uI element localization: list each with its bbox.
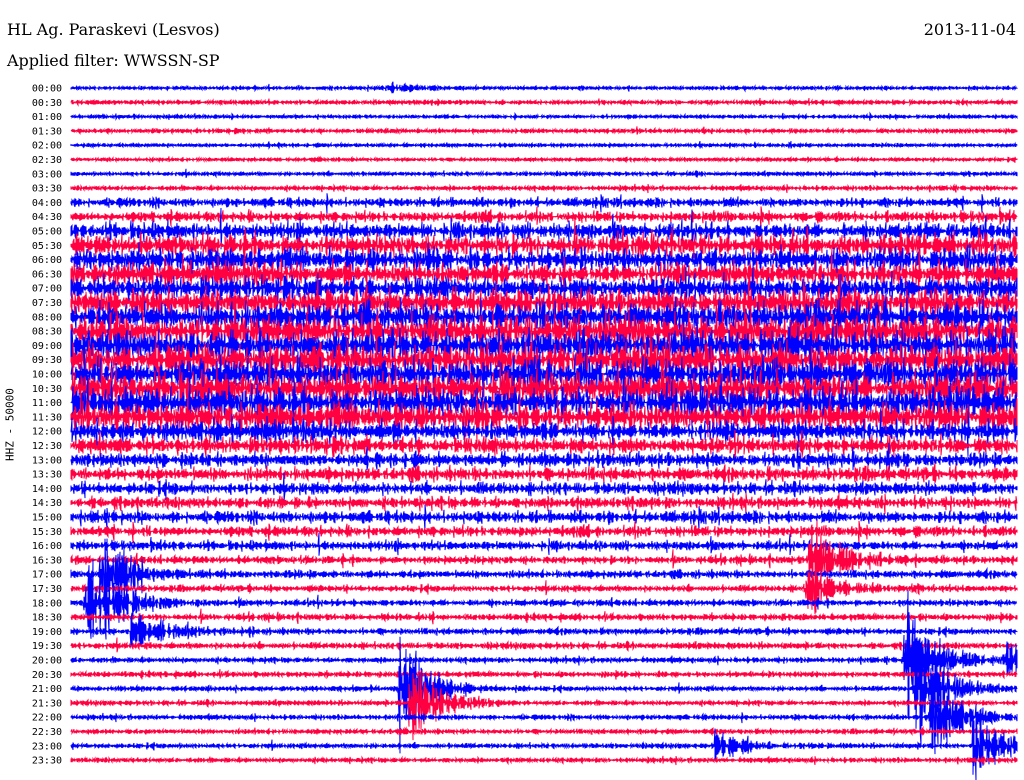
row-time-label: 05:00 xyxy=(32,227,62,238)
row-time-label: 04:30 xyxy=(32,212,62,223)
trace-row-1500 xyxy=(70,504,1018,533)
row-time-label: 14:00 xyxy=(32,484,62,495)
row-time-label: 16:30 xyxy=(32,555,62,566)
row-time-label: 12:30 xyxy=(32,441,62,452)
trace-row-2030 xyxy=(70,669,1018,680)
trace-row-1330 xyxy=(70,463,1018,484)
row-time-label: 06:00 xyxy=(32,255,62,266)
row-time-label: 15:30 xyxy=(32,527,62,538)
row-time-label: 11:00 xyxy=(32,398,62,409)
row-time-label: 00:30 xyxy=(32,98,62,109)
trace-row-0430 xyxy=(70,206,1018,230)
row-time-label: 22:30 xyxy=(32,727,62,738)
trace-row-2100 xyxy=(70,636,1018,754)
trace-row-0100 xyxy=(70,111,1018,122)
row-time-label: 16:00 xyxy=(32,541,62,552)
row-time-label: 08:30 xyxy=(32,327,62,338)
trace-row-1430 xyxy=(70,492,1018,515)
row-time-label: 06:30 xyxy=(32,269,62,280)
row-time-label: 01:00 xyxy=(32,112,62,123)
row-time-label: 13:00 xyxy=(32,455,62,466)
row-time-label: 21:00 xyxy=(32,684,62,695)
row-time-label: 02:00 xyxy=(32,141,62,152)
row-time-label: 18:00 xyxy=(32,598,62,609)
row-time-label: 10:30 xyxy=(32,384,62,395)
row-time-label: 21:30 xyxy=(32,698,62,709)
row-time-label: 05:30 xyxy=(32,241,62,252)
row-time-label: 14:30 xyxy=(32,498,62,509)
row-time-label: 11:30 xyxy=(32,412,62,423)
row-time-label: 09:30 xyxy=(32,355,62,366)
trace-row-0330 xyxy=(70,183,1018,194)
row-time-label: 22:00 xyxy=(32,713,62,724)
trace-row-1800 xyxy=(70,559,1018,640)
row-time-label: 19:30 xyxy=(32,641,62,652)
row-time-label: 20:00 xyxy=(32,656,62,667)
trace-row-2330 xyxy=(70,755,1018,766)
row-time-label: 20:30 xyxy=(32,670,62,681)
trace-row-0130 xyxy=(70,126,1018,136)
row-time-label: 08:00 xyxy=(32,312,62,323)
trace-row-0000 xyxy=(70,81,1018,94)
trace-row-0400 xyxy=(70,193,1018,214)
trace-row-0030 xyxy=(70,97,1018,107)
trace-row-1530 xyxy=(70,520,1018,545)
row-time-label: 04:00 xyxy=(32,198,62,209)
row-time-label: 12:00 xyxy=(32,427,62,438)
row-time-label: 23:30 xyxy=(32,756,62,767)
trace-row-1600 xyxy=(70,532,1018,556)
row-time-label: 03:00 xyxy=(32,169,62,180)
row-time-label: 19:00 xyxy=(32,627,62,638)
trace-row-0200 xyxy=(70,140,1018,151)
row-time-label: 07:30 xyxy=(32,298,62,309)
row-time-label: 23:00 xyxy=(32,741,62,752)
row-time-label: 15:00 xyxy=(32,513,62,524)
trace-row-0300 xyxy=(70,168,1018,179)
trace-row-0230 xyxy=(70,155,1018,164)
row-time-label: 13:30 xyxy=(32,470,62,481)
trace-row-2300 xyxy=(70,709,1018,780)
trace-row-2230 xyxy=(70,725,1018,737)
row-time-label: 07:00 xyxy=(32,284,62,295)
row-time-label: 18:30 xyxy=(32,613,62,624)
row-time-label: 00:00 xyxy=(32,84,62,95)
row-time-label: 10:00 xyxy=(32,370,62,381)
row-time-label: 17:30 xyxy=(32,584,62,595)
row-time-label: 01:30 xyxy=(32,126,62,137)
row-time-label: 02:30 xyxy=(32,155,62,166)
row-time-label: 03:30 xyxy=(32,184,62,195)
trace-row-1930 xyxy=(70,637,1018,653)
trace-row-1700 xyxy=(70,538,1018,619)
trace-row-1830 xyxy=(70,608,1018,625)
row-time-label: 09:00 xyxy=(32,341,62,352)
row-time-label: 17:00 xyxy=(32,570,62,581)
helicorder-plot: 00:00 00:30 01:00 01:30 02:00 02:30 03:00 03:30… xyxy=(32,81,1018,780)
